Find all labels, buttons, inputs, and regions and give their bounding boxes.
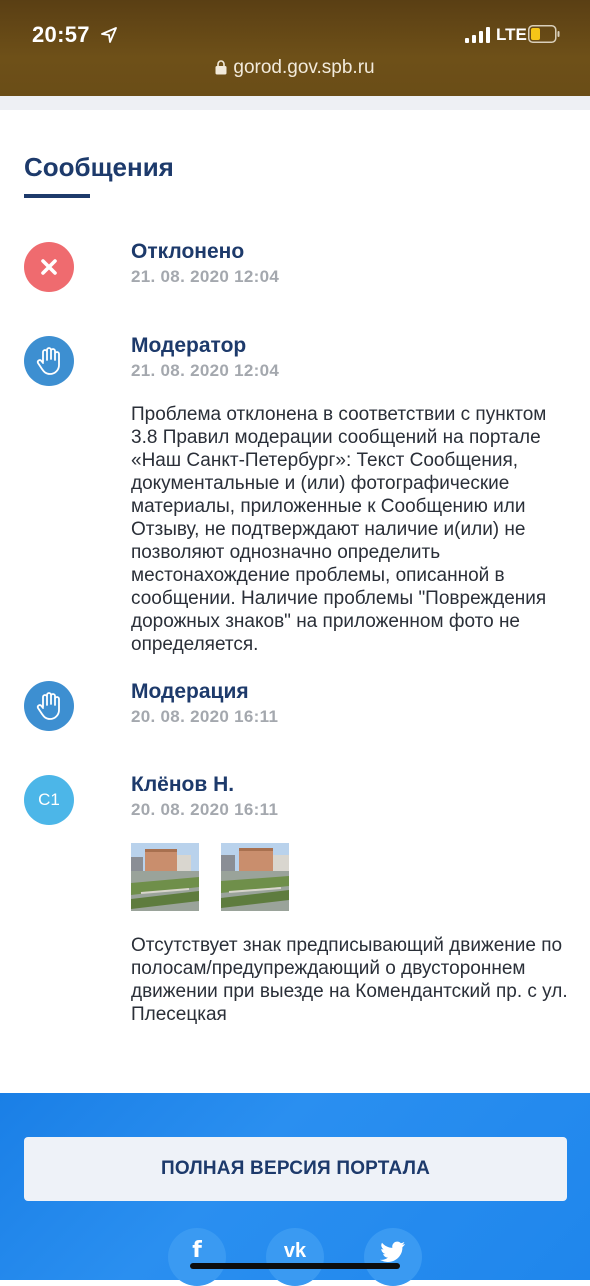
message-author: Модерация [131,680,249,703]
vk-icon: vk [283,1240,307,1262]
network-type: LTE [496,25,527,44]
user-avatar: С1 [24,775,74,825]
hand-icon [36,347,60,375]
facebook-link[interactable]: f [168,1228,226,1286]
hand-icon [36,692,60,720]
message-author: Клёнов Н. [131,773,235,796]
message-date: 20. 08. 2020 16:11 [131,800,279,819]
twitter-icon [380,1241,405,1263]
clock: 20:57 [32,22,90,47]
lock-icon [215,60,227,75]
close-icon [41,259,57,275]
location-arrow-icon [101,27,117,43]
avatar-initials: С1 [38,790,60,809]
attached-photo-thumbnail[interactable] [131,843,199,911]
message-date: 20. 08. 2020 16:11 [131,707,279,726]
browser-status-bar: 20:57 LTE gorod.gov.spb.ru [0,0,590,96]
vk-link[interactable]: vk [266,1228,324,1286]
message-text: Проблема отклонена в соответствии с пунк… [131,404,547,655]
message-author: Отклонено [131,240,245,263]
message-date: 21. 08. 2020 12:04 [131,267,280,286]
title-underline [24,194,90,198]
attached-photo-thumbnail[interactable] [221,843,289,911]
address-bar[interactable]: gorod.gov.spb.ru [0,57,590,79]
message-author: Модератор [131,334,247,357]
rejected-avatar [24,242,74,292]
page-top-strip [0,96,590,110]
moderation-avatar [24,681,74,731]
section-title: Сообщения [24,152,174,182]
home-indicator [190,1263,400,1269]
moderator-avatar [24,336,74,386]
message-date: 21. 08. 2020 12:04 [131,361,280,380]
signal-icon [465,27,490,43]
message-text: Отсутствует знак предписывающий движение… [131,935,568,1025]
url-text: gorod.gov.spb.ru [233,57,375,78]
facebook-icon: f [192,1238,202,1263]
full-portal-version-button[interactable]: ПОЛНАЯ ВЕРСИЯ ПОРТАЛА [24,1137,567,1201]
battery-icon [528,25,560,43]
twitter-link[interactable] [364,1228,422,1286]
